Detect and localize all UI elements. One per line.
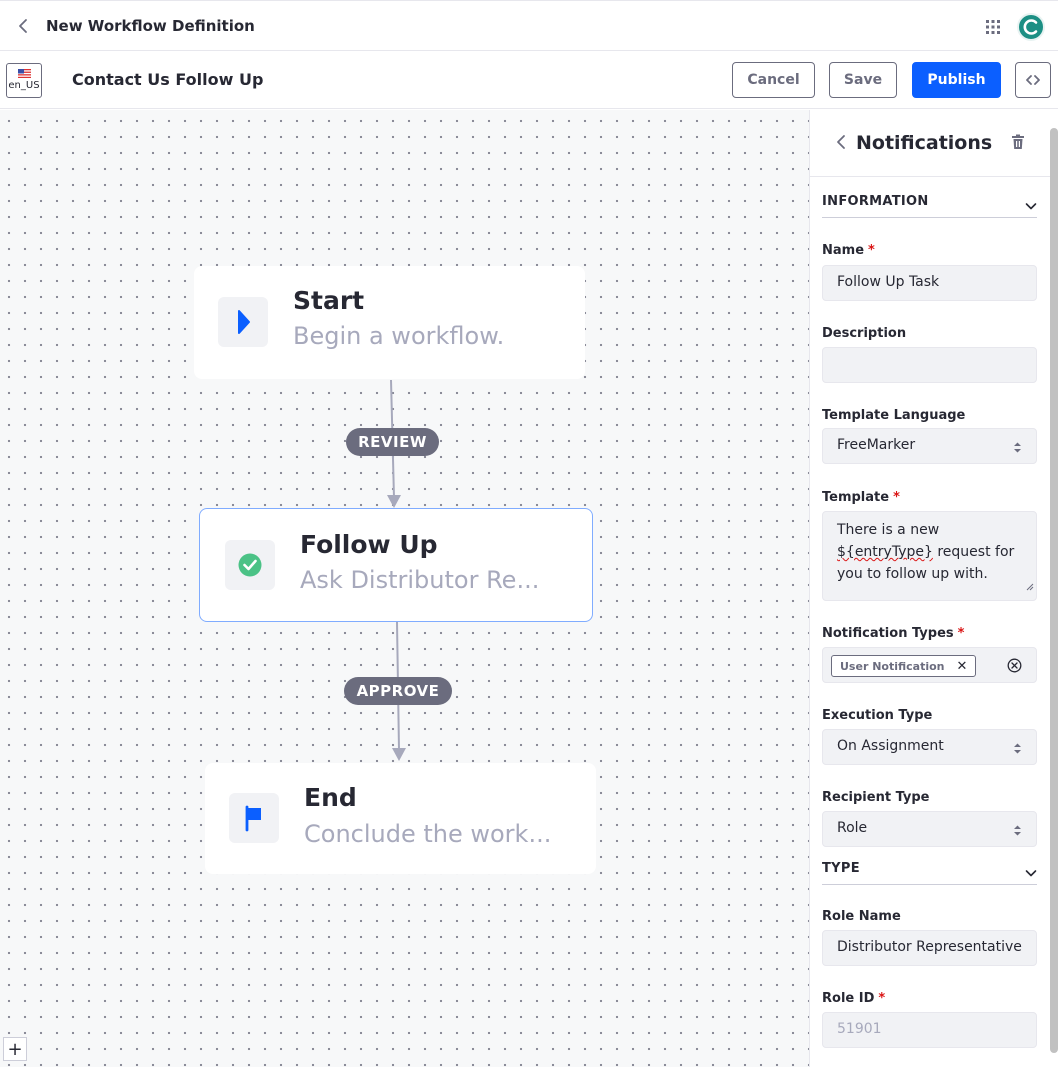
start-node-title: Start — [293, 286, 365, 315]
role-id-input: 51901 — [822, 1012, 1037, 1048]
back-chevron-icon[interactable] — [14, 15, 34, 37]
save-button[interactable]: Save — [829, 62, 897, 98]
information-section-toggle[interactable]: INFORMATION — [822, 188, 1037, 218]
execution-type-select[interactable]: On Assignment — [822, 729, 1037, 765]
role-name-label: Role Name — [822, 909, 901, 924]
sidebar-back-icon[interactable] — [834, 133, 848, 155]
template-line-1: There is a new — [837, 522, 940, 538]
recipient-type-label: Recipient Type — [822, 790, 930, 805]
template-textarea[interactable]: There is a new ${entryType} request for … — [822, 511, 1037, 601]
us-flag-icon — [18, 69, 31, 78]
template-line-3: you to follow up with. — [837, 566, 988, 582]
task-node-description: Ask Distributor Re... — [300, 566, 540, 594]
recipient-type-select[interactable]: Role — [822, 811, 1037, 847]
template-language-select[interactable]: FreeMarker — [822, 428, 1037, 464]
sidebar-title: Notifications — [856, 132, 993, 154]
select-arrows-icon — [1013, 441, 1022, 458]
cancel-button[interactable]: Cancel — [732, 62, 815, 98]
notification-types-label: Notification Types * — [822, 626, 965, 641]
language-selector-button[interactable]: en_US — [6, 63, 42, 98]
end-node[interactable]: End Conclude the work... — [205, 763, 596, 874]
template-line-2: ${entryType} request for — [837, 544, 1015, 560]
transition-label-review[interactable]: REVIEW — [346, 428, 439, 456]
type-section-label: TYPE — [822, 861, 860, 876]
notification-type-tag-label: User Notification — [840, 659, 945, 673]
task-node-icon-box — [225, 540, 275, 590]
clear-all-icon[interactable] — [1007, 658, 1022, 677]
start-node[interactable]: Start Begin a workflow. — [194, 266, 585, 379]
sidebar-scrollbar[interactable] — [1050, 128, 1058, 1053]
execution-type-label: Execution Type — [822, 708, 933, 723]
template-language-label: Template Language — [822, 408, 966, 423]
definition-toolbar: en_US Contact Us Follow Up Cancel Save P… — [0, 51, 1058, 109]
resize-handle-icon[interactable] — [1026, 576, 1034, 598]
select-arrows-icon — [1013, 742, 1022, 759]
information-section-label: INFORMATION — [822, 194, 929, 209]
chevron-down-icon — [1025, 196, 1037, 215]
transition-label-approve[interactable]: APPROVE — [344, 677, 452, 705]
sidebar-header: Notifications — [810, 110, 1050, 177]
zoom-in-button[interactable]: + — [3, 1037, 27, 1061]
name-input[interactable]: Follow Up Task — [822, 265, 1037, 301]
top-navigation-bar: New Workflow Definition — [0, 0, 1058, 51]
template-language-value: FreeMarker — [837, 437, 916, 453]
language-code: en_US — [8, 80, 40, 91]
publish-button[interactable]: Publish — [912, 62, 1001, 98]
notifications-sidebar: Notifications INFORMATION Name * Follow U… — [809, 110, 1058, 1067]
template-label: Template * — [822, 490, 900, 505]
check-circle-icon — [238, 553, 262, 577]
task-node-follow-up[interactable]: Follow Up Ask Distributor Re... — [199, 508, 593, 622]
chevron-down-icon — [1025, 863, 1037, 882]
code-view-button[interactable] — [1015, 62, 1051, 98]
notification-types-multiselect[interactable]: User Notification ✕ — [822, 647, 1037, 683]
task-node-title: Follow Up — [300, 530, 438, 559]
user-avatar[interactable] — [1017, 13, 1045, 41]
start-node-description: Begin a workflow. — [293, 322, 505, 350]
recipient-type-value: Role — [837, 820, 868, 836]
role-id-label: Role ID * — [822, 991, 886, 1006]
description-label: Description — [822, 326, 907, 341]
trash-icon[interactable] — [1011, 134, 1025, 154]
page-title: New Workflow Definition — [46, 17, 255, 35]
code-icon — [1026, 75, 1040, 85]
remove-tag-icon[interactable]: ✕ — [957, 659, 968, 674]
start-node-icon-box — [218, 297, 268, 347]
play-icon — [238, 310, 250, 334]
role-name-input[interactable]: Distributor Representative — [822, 930, 1037, 966]
flag-icon — [245, 805, 261, 832]
workflow-canvas[interactable]: Start Begin a workflow. REVIEW Follow Up… — [0, 110, 809, 1067]
type-section-toggle[interactable]: TYPE — [822, 855, 1037, 885]
name-label: Name * — [822, 243, 875, 258]
workflow-definition-name[interactable]: Contact Us Follow Up — [72, 70, 263, 89]
description-input[interactable] — [822, 347, 1037, 383]
end-node-title: End — [304, 783, 357, 812]
end-node-description: Conclude the work... — [304, 820, 552, 848]
end-node-icon-box — [229, 793, 279, 843]
notification-type-tag: User Notification ✕ — [831, 655, 977, 677]
execution-type-value: On Assignment — [837, 738, 944, 754]
apps-grid-icon[interactable] — [985, 19, 1001, 35]
select-arrows-icon — [1013, 824, 1022, 841]
